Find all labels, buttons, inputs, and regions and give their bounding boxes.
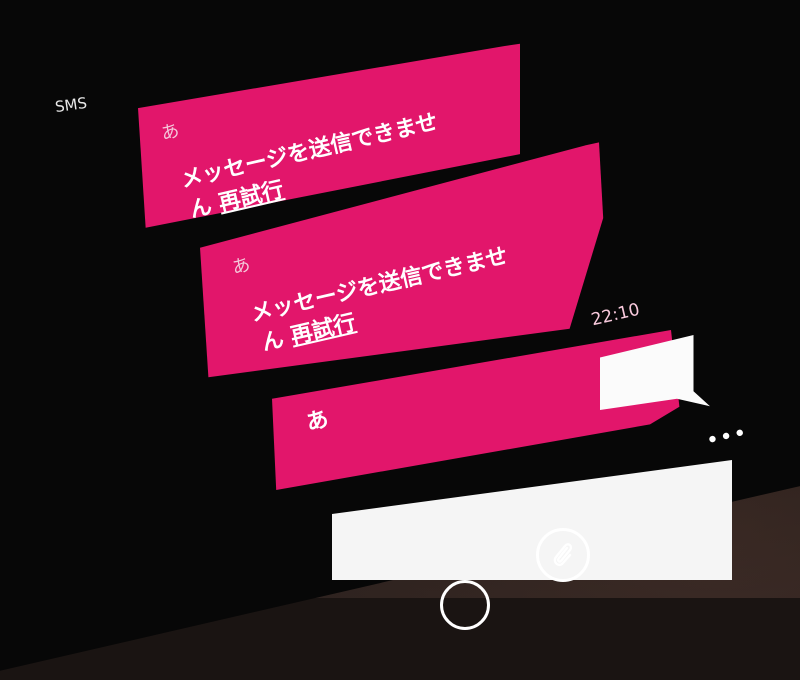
paperclip-icon <box>553 543 573 567</box>
secondary-app-bar-button[interactable] <box>440 580 490 630</box>
message-2-line-2: ん <box>259 326 287 357</box>
phone-screen: SMS あ メッセージを送信できませ ん 再試行 あ メッセージを送信できませ … <box>0 0 800 680</box>
attach-button[interactable] <box>536 528 590 582</box>
message-2-time: 22:10 <box>589 299 642 331</box>
message-1-line-2: ん <box>187 193 215 224</box>
retry-link-1[interactable]: 再試行 <box>216 177 286 216</box>
